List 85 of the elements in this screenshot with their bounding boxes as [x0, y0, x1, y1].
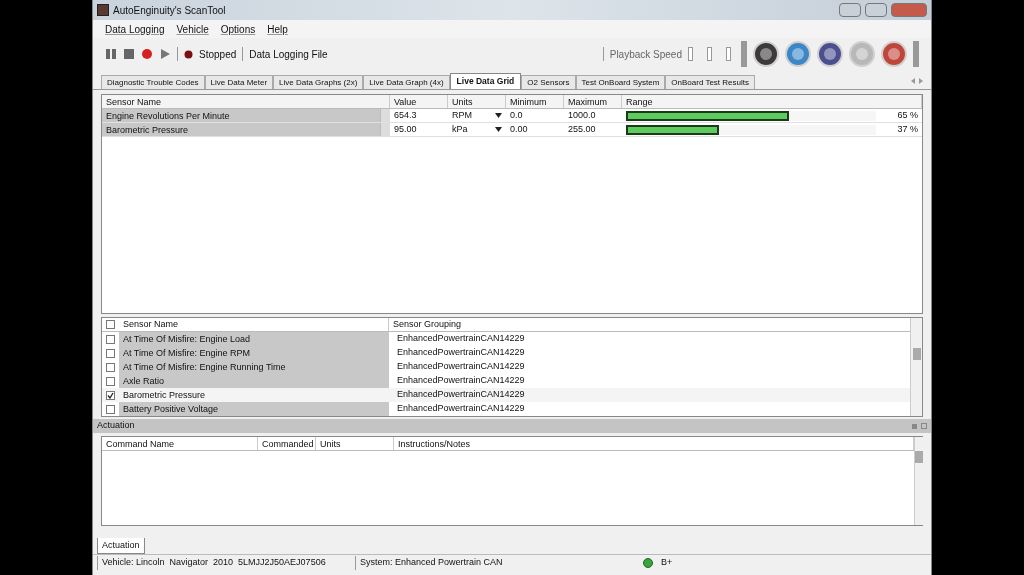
tab[interactable]: Live Data Grid [449, 73, 522, 89]
table-cell-text: EnhancedPowertrainCAN14229 [396, 388, 526, 402]
minimize-button[interactable] [839, 3, 861, 17]
dropdown-arrow-icon [495, 127, 502, 132]
status-system: System: Enhanced Powertrain CAN [355, 556, 635, 570]
column-header[interactable]: Maximum [564, 95, 622, 108]
window-title: AutoEnginuity's ScanTool [113, 3, 226, 18]
menu-item[interactable]: Data Logging [105, 21, 165, 37]
table-cell: Barometric Pressure [102, 123, 380, 136]
playback-speed-label: Playback Speed [609, 47, 682, 62]
header-checkbox[interactable] [106, 320, 115, 329]
column-header[interactable]: Minimum [506, 95, 564, 108]
table-cell-text: 0.0 [509, 108, 524, 122]
column-header[interactable]: Units [316, 437, 394, 450]
row-checkbox[interactable] [106, 404, 115, 414]
column-header[interactable]: Value [390, 95, 448, 108]
toolbar-grip[interactable] [741, 41, 747, 67]
table-cell: At Time Of Misfire: Engine Running Time [119, 360, 389, 374]
status-dot-icon [184, 49, 193, 59]
table-cell-text: EnhancedPowertrainCAN14229 [396, 346, 526, 360]
stop-icon[interactable] [123, 48, 135, 60]
table-cell-text: 95.00 [393, 122, 418, 136]
tab[interactable]: Test OnBoard System [575, 75, 666, 89]
row-checkbox[interactable] [106, 362, 115, 372]
menu-item[interactable]: Help [267, 21, 288, 37]
range-percent: 37 % [897, 122, 918, 136]
row-checkbox[interactable] [106, 334, 115, 344]
tab-scroll-icon[interactable] [911, 78, 923, 84]
speed-box[interactable] [726, 47, 731, 61]
speed-box[interactable] [688, 47, 693, 61]
app-icon [97, 4, 109, 16]
record-icon[interactable] [141, 48, 153, 60]
dropdown-arrow-icon [495, 113, 502, 118]
column-header[interactable]: Commanded [258, 437, 316, 450]
column-header[interactable]: Units [448, 95, 506, 108]
tab[interactable]: Live Data Meter [204, 75, 274, 89]
log-file-button[interactable]: Data Logging File [249, 46, 328, 62]
units-dropdown[interactable]: RPM [448, 108, 506, 123]
scrollbar[interactable] [914, 437, 923, 525]
maximize-button[interactable] [865, 3, 887, 17]
column-header[interactable]: Command Name [102, 437, 258, 450]
table-cell-text: EnhancedPowertrainCAN14229 [396, 402, 526, 416]
close-button[interactable] [891, 3, 927, 17]
tab[interactable]: OnBoard Test Results [665, 75, 755, 89]
tab[interactable]: Live Data Graphs (2x) [273, 75, 364, 89]
battery-indicator-icon [643, 558, 653, 568]
table-cell: At Time Of Misfire: Engine RPM [119, 346, 389, 360]
range-percent: 65 % [897, 108, 918, 122]
row-checkbox[interactable] [106, 376, 115, 386]
status-vehicle: Vehicle: Lincoln Navigator 2010 5LMJJ2J50AEJ07506 [97, 556, 347, 570]
logging-status: Stopped [199, 47, 237, 62]
toolbar-grip[interactable] [913, 41, 919, 67]
pause-icon[interactable] [105, 48, 117, 60]
close-icon[interactable] [921, 423, 927, 429]
scrollbar[interactable] [910, 318, 922, 416]
tab[interactable]: Actuation [97, 538, 145, 554]
column-header[interactable]: Sensor Name [102, 95, 390, 108]
table-cell-text: 255.00 [567, 122, 597, 136]
play-icon[interactable] [159, 48, 171, 60]
menu-item[interactable]: Options [220, 21, 256, 37]
column-header[interactable]: Range [622, 95, 922, 108]
table-cell-text: EnhancedPowertrainCAN14229 [396, 374, 526, 388]
speed-box[interactable] [707, 47, 712, 61]
row-checkbox[interactable] [106, 390, 115, 400]
units-dropdown[interactable]: kPa [448, 122, 506, 137]
panel-title: Actuation [97, 419, 136, 433]
table-cell-text: 0.00 [509, 122, 529, 136]
tab[interactable]: Live Data Graph (4x) [363, 75, 450, 89]
table-cell-text: Barometric Pressure [122, 389, 207, 402]
column-header[interactable]: Sensor Name [119, 317, 389, 332]
column-header[interactable]: Sensor Grouping [389, 317, 466, 332]
tab[interactable]: O2 Sensors [521, 75, 576, 89]
row-checkbox[interactable] [106, 348, 115, 358]
table-cell: Axle Ratio [119, 374, 389, 388]
table-cell: Battery Positive Voltage [119, 402, 389, 416]
table-cell: Engine Revolutions Per Minute [102, 109, 380, 122]
menu-item[interactable]: Vehicle [176, 21, 209, 37]
table-cell-text: 1000.0 [567, 108, 597, 122]
table-cell-text: 654.3 [393, 108, 418, 122]
check-icon [107, 391, 114, 399]
status-battery: B+ [661, 556, 673, 570]
table-cell-text: EnhancedPowertrainCAN14229 [396, 332, 526, 346]
table-cell: At Time Of Misfire: Engine Load [119, 332, 389, 346]
tab[interactable]: Diagnostic Trouble Codes [101, 75, 205, 89]
table-cell-text: EnhancedPowertrainCAN14229 [396, 360, 526, 374]
